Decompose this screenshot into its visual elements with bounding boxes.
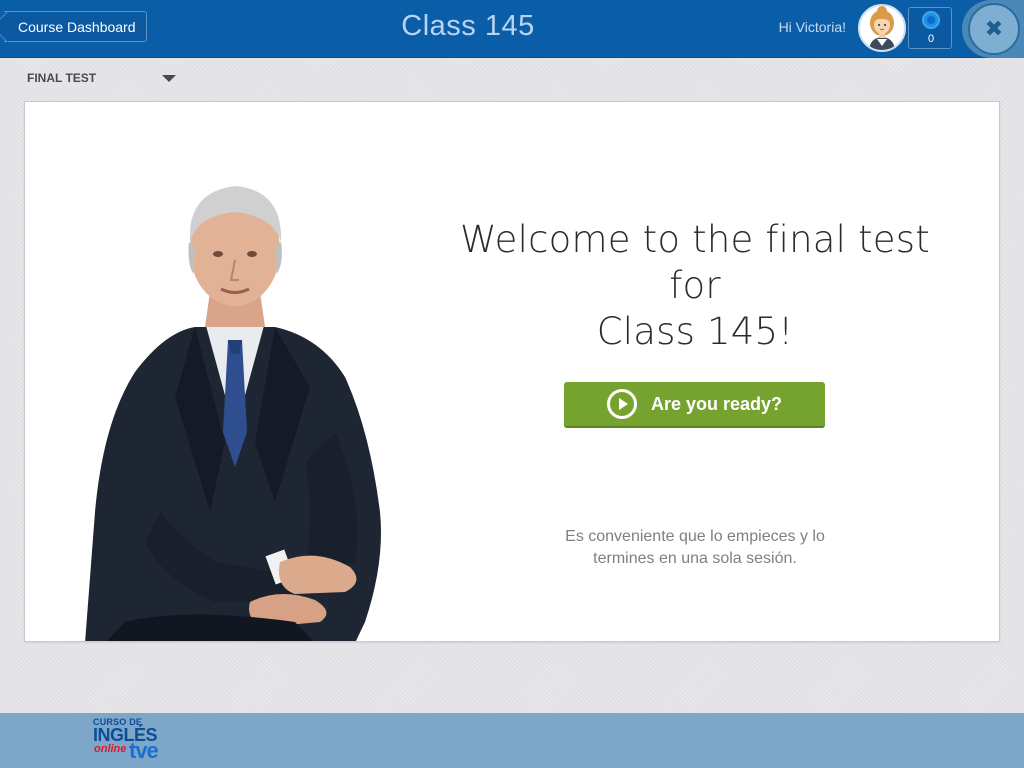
welcome-heading: Welcome to the final test for Class 145! <box>455 217 935 355</box>
session-note: Es conveniente que lo empieces y lo term… <box>525 526 865 570</box>
user-avatar[interactable] <box>858 4 906 52</box>
logo-text-online: online <box>94 743 127 755</box>
medal-icon <box>922 11 940 29</box>
footer-bar: CURSO DE INGLÉS online tve <box>0 713 1024 768</box>
session-note-line-1: Es conveniente que lo empieces y lo <box>565 528 825 545</box>
section-dropdown[interactable]: FINAL TEST <box>24 66 180 90</box>
welcome-line-2: Class 145! <box>596 310 794 353</box>
content-panel: Welcome to the final test for Class 145!… <box>24 101 1000 642</box>
course-dashboard-button[interactable]: Course Dashboard <box>4 11 147 42</box>
page-title: Class 145 <box>401 10 535 42</box>
welcome-line-1: Welcome to the final test for <box>460 218 930 307</box>
user-greeting: Hi Victoria! <box>778 19 846 35</box>
play-icon <box>606 389 637 419</box>
presenter-image <box>85 186 381 641</box>
logo-text-tve: tve <box>129 738 159 763</box>
avatar-illustration <box>869 6 895 50</box>
session-note-line-2: termines en una sola sesión. <box>593 550 797 567</box>
points-badge[interactable]: 0 <box>908 7 952 49</box>
close-area: ✖ <box>962 0 1024 58</box>
curso-de-ingles-logo[interactable]: CURSO DE INGLÉS online tve <box>93 717 173 765</box>
caret-down-icon <box>162 74 176 82</box>
are-you-ready-button[interactable]: Are you ready? <box>564 382 825 428</box>
close-icon[interactable]: ✖ <box>968 3 1020 55</box>
top-bar: Course Dashboard Class 145 Hi Victoria! … <box>0 0 1024 58</box>
course-dashboard-label: Course Dashboard <box>18 18 136 35</box>
section-dropdown-label: FINAL TEST <box>27 71 97 85</box>
are-you-ready-label: Are you ready? <box>650 393 783 414</box>
points-count: 0 <box>927 33 935 45</box>
